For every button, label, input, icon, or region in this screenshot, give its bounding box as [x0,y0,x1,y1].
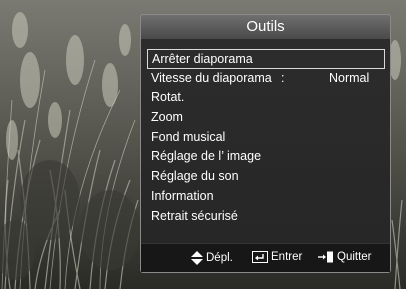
menu-item-slideshow-speed[interactable]: Vitesse du diaporama : Normal [147,69,385,89]
menu-item-label: Réglage du son [151,169,239,184]
tools-menu: Arrêter diaporama Vitesse du diaporama :… [147,49,385,226]
menu-item-separator: : [281,70,285,85]
up-down-arrows-icon [191,251,203,265]
menu-item-label: Information [151,188,214,203]
menu-item-picture-settings[interactable]: Réglage de l’ image [147,147,385,167]
menu-item-background-music[interactable]: Fond musical [147,128,385,148]
menu-item-stop-slideshow[interactable]: Arrêter diaporama [147,49,385,69]
enter-icon [252,251,268,263]
exit-label: Quitter [337,251,372,263]
menu-item-information[interactable]: Information [147,187,385,207]
menu-item-label: Rotat. [151,90,185,105]
slideshow-speed-value: Normal [329,70,370,85]
move-label: Dépl. [206,252,233,264]
panel-title: Outils [246,18,285,35]
tools-menu-panel: Outils Arrêter diaporama Vitesse du diap… [140,14,391,273]
menu-item-label: Réglage de l’ image [151,149,262,164]
menu-item-label: Vitesse du diaporama [151,70,272,85]
menu-item-label: Retrait sécurisé [151,208,238,223]
menu-item-rotate[interactable]: Rotat. [147,88,385,108]
menu-item-label: Fond musical [151,129,226,144]
enter-label: Entrer [271,251,303,263]
move-hint: Dépl. [191,251,233,265]
menu-item-safe-remove[interactable]: Retrait sécurisé [147,207,385,227]
menu-item-label: Arrêter diaporama [152,52,253,66]
exit-door-icon [318,251,333,263]
tv-screen: Outils Arrêter diaporama Vitesse du diap… [0,0,406,289]
exit-hint: Quitter [318,251,372,263]
key-guide-bar: Dépl. Entrer Quitter [141,243,390,272]
enter-hint: Entrer [252,251,302,263]
menu-item-zoom[interactable]: Zoom [147,108,385,128]
menu-item-label: Zoom [151,110,183,125]
menu-item-sound-settings[interactable]: Réglage du son [147,167,385,187]
